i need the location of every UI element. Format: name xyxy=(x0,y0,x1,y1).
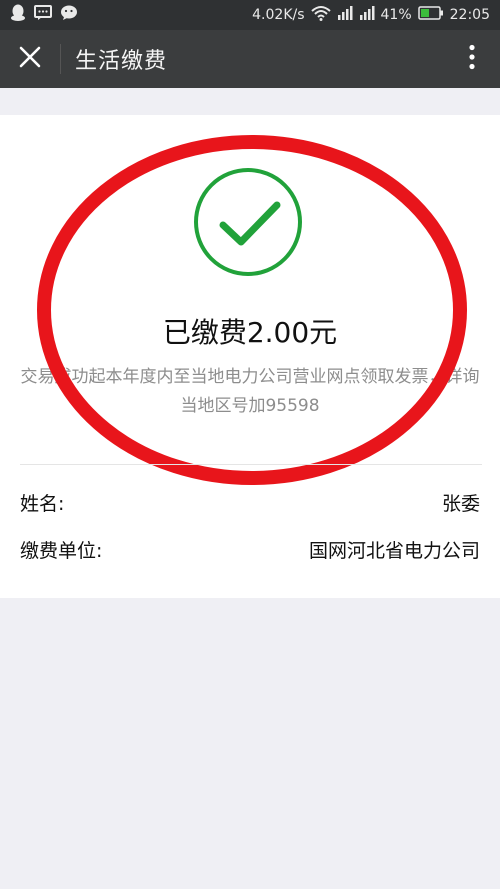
status-bar-left xyxy=(10,4,78,26)
battery-percent: 41% xyxy=(380,7,412,23)
app-bar: 生活缴费 xyxy=(0,30,500,88)
battery-icon xyxy=(417,6,444,24)
signal-icon xyxy=(337,6,353,24)
message-icon xyxy=(34,5,52,25)
status-bar-right: 4.02K/s 41% 22:05 xyxy=(252,5,490,25)
signal-icon xyxy=(359,6,375,24)
payee-unit-label: 缴费单位: xyxy=(20,540,103,562)
payment-result-card: 已缴费2.00元 交易成功起本年度内至当地电力公司营业网点领取发票，详询 当地区… xyxy=(0,115,500,598)
more-options-button[interactable] xyxy=(444,30,500,88)
network-speed: 4.02K/s xyxy=(252,7,305,23)
name-row: 姓名: 张委 xyxy=(20,489,480,516)
name-label: 姓名: xyxy=(20,493,65,515)
clock: 22:05 xyxy=(449,7,490,23)
close-button[interactable] xyxy=(0,30,60,88)
page-title: 生活缴费 xyxy=(75,49,168,74)
close-icon xyxy=(19,46,41,72)
check-circle-icon xyxy=(193,167,303,277)
invoice-notice: 交易成功起本年度内至当地电力公司营业网点领取发票，详询 当地区号加95598 xyxy=(8,363,492,421)
wifi-icon xyxy=(310,5,331,25)
paid-amount-text: 已缴费2.00元 xyxy=(162,316,338,349)
notice-line-2: 当地区号加95598 xyxy=(180,396,320,416)
header-divider xyxy=(60,44,61,74)
payee-unit-row: 缴费单位: 国网河北省电力公司 xyxy=(20,536,480,563)
notice-line-1: 交易成功起本年度内至当地电力公司营业网点领取发票，详询 xyxy=(20,367,480,387)
qq-icon xyxy=(10,4,26,26)
section-divider xyxy=(20,464,482,465)
name-value: 张委 xyxy=(441,493,480,515)
wechat-icon xyxy=(60,5,78,25)
payee-unit-value: 国网河北省电力公司 xyxy=(308,540,480,562)
status-bar: 4.02K/s 41% 22:05 xyxy=(0,0,500,30)
more-vertical-icon xyxy=(468,44,476,74)
